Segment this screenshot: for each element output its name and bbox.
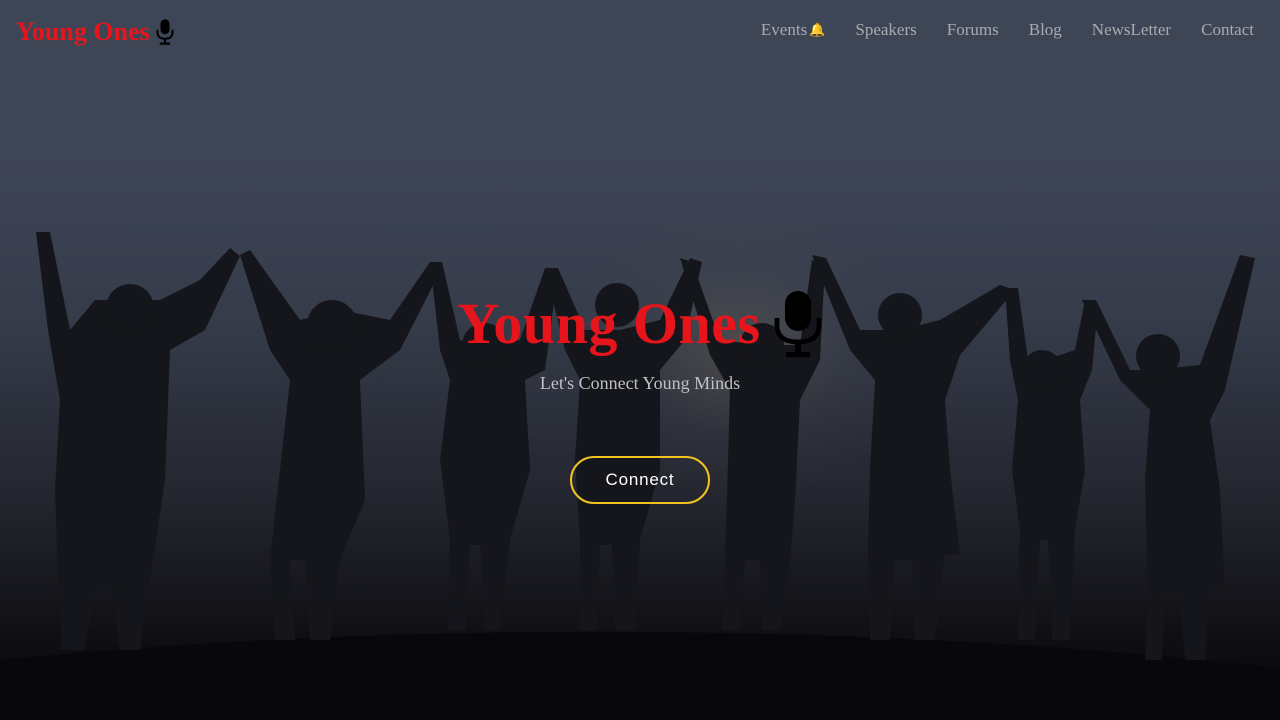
crowd-silhouette-image bbox=[0, 232, 1280, 720]
nav-link-blog[interactable]: Blog bbox=[1029, 20, 1062, 40]
hero-heading: Young Ones bbox=[457, 291, 761, 356]
nav-label-events: Events bbox=[760, 20, 808, 39]
bell-icon: 🔔 bbox=[809, 22, 826, 37]
brand-logo[interactable]: Young Ones bbox=[16, 14, 174, 50]
hero-title: Young Ones bbox=[0, 288, 1280, 360]
connect-button[interactable]: Connect bbox=[570, 456, 710, 504]
nav-menu: Events 🔔 Speakers Forums Blog NewsLetter … bbox=[761, 20, 1254, 40]
nav-item-newsletter: NewsLetter bbox=[1092, 20, 1171, 40]
nav-item-events: Events 🔔 bbox=[761, 20, 825, 40]
nav-item-speakers: Speakers bbox=[855, 20, 916, 40]
nav-item-forums: Forums bbox=[947, 20, 999, 40]
nav-link-speakers[interactable]: Speakers bbox=[855, 20, 916, 40]
nav-link-contact[interactable]: Contact bbox=[1201, 20, 1254, 40]
hero-tagline: Let's Connect Young Minds bbox=[539, 373, 741, 393]
nav-link-events[interactable]: Events 🔔 bbox=[761, 20, 825, 40]
nav-item-contact: Contact bbox=[1201, 20, 1254, 40]
microphone-icon bbox=[774, 291, 821, 358]
top-navbar: Young Ones Events 🔔 Speakers Forums Blog … bbox=[0, 0, 1280, 64]
brand-name[interactable]: Young Ones bbox=[16, 14, 150, 50]
nav-item-blog: Blog bbox=[1029, 20, 1062, 40]
nav-link-forums[interactable]: Forums bbox=[947, 20, 999, 40]
nav-link-newsletter[interactable]: NewsLetter bbox=[1092, 20, 1171, 40]
microphone-icon bbox=[156, 19, 174, 45]
